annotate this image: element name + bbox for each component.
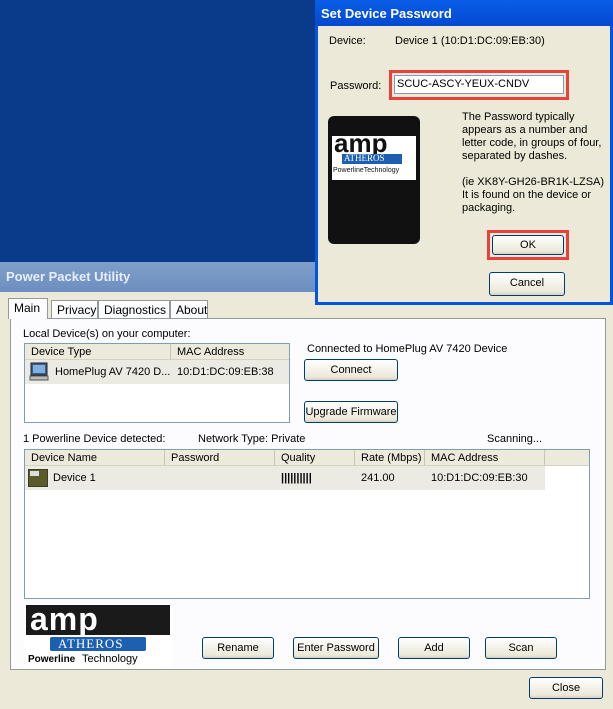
connect-button[interactable]: Connect bbox=[304, 359, 398, 381]
password-example-text: (ie XK8Y-GH26-BR1K-LZSA) It is found on … bbox=[462, 176, 605, 214]
set-device-password-dialog: Set Device Password Device: Device 1 (10… bbox=[315, 0, 613, 305]
local-device-type: HomePlug AV 7420 D... bbox=[55, 366, 171, 378]
local-devices-label: Local Device(s) on your computer: bbox=[23, 328, 191, 340]
local-device-mac: 10:D1:DC:09:EB:38 bbox=[177, 366, 274, 378]
powerline-device-row[interactable]: Device 1 |||||||||| 241.00 10:D1:DC:09:E… bbox=[25, 466, 545, 490]
rename-button[interactable]: Rename bbox=[202, 637, 274, 659]
add-button[interactable]: Add bbox=[398, 637, 470, 659]
close-button[interactable]: Close bbox=[529, 677, 603, 699]
dialog-atheros-logo: amp ATHEROS PowerlineTechnology bbox=[328, 116, 420, 244]
scanning-label: Scanning... bbox=[487, 433, 543, 445]
detected-label: 1 Powerline Device detected: bbox=[23, 433, 166, 445]
logo-brand: amp bbox=[30, 601, 99, 637]
remote-device-name: Device 1 bbox=[53, 472, 96, 484]
dialog-logo-tagline: PowerlineTechnology bbox=[333, 167, 400, 174]
cancel-button[interactable]: Cancel bbox=[489, 272, 565, 296]
local-devices-list[interactable]: Device Type MAC Address HomePlug AV 7420… bbox=[24, 343, 290, 423]
logo-company: ATHEROS bbox=[58, 636, 124, 651]
column-device-name[interactable]: Device Name bbox=[25, 450, 165, 466]
dialog-title-bar[interactable]: Set Device Password bbox=[315, 0, 613, 26]
dialog-logo-company: ATHEROS bbox=[344, 153, 385, 163]
main-window-title: Power Packet Utility bbox=[6, 269, 131, 284]
upgrade-firmware-button[interactable]: Upgrade Firmware bbox=[304, 401, 398, 423]
atheros-logo: amp ATHEROS Powerline Technology bbox=[24, 601, 172, 669]
local-device-row[interactable]: HomePlug AV 7420 D... 10:D1:DC:09:EB:38 bbox=[25, 360, 289, 384]
ok-button[interactable]: OK bbox=[492, 235, 564, 255]
password-input[interactable]: SCUC-ASCY-YEUX-CNDV bbox=[394, 75, 564, 94]
dialog-device-label: Device: bbox=[329, 35, 366, 47]
remote-device-mac: 10:D1:DC:09:EB:30 bbox=[431, 472, 528, 484]
tab-about[interactable]: About bbox=[170, 300, 208, 318]
column-filler bbox=[545, 450, 589, 466]
column-rate[interactable]: Rate (Mbps) bbox=[355, 450, 425, 466]
computer-icon bbox=[29, 362, 49, 382]
column-mac-address[interactable]: MAC Address bbox=[171, 344, 289, 360]
tab-main[interactable]: Main bbox=[8, 298, 48, 319]
quality-bars: |||||||||| bbox=[281, 472, 312, 484]
password-label: Password: bbox=[330, 80, 382, 92]
main-tab-panel: Local Device(s) on your computer: Device… bbox=[10, 318, 606, 670]
column-remote-mac[interactable]: MAC Address bbox=[425, 450, 545, 466]
device-icon bbox=[27, 468, 49, 488]
power-packet-utility-window: Power Packet Utility Main Privacy Diagno… bbox=[0, 262, 613, 709]
enter-password-button[interactable]: Enter Password bbox=[293, 637, 379, 659]
tab-diagnostics[interactable]: Diagnostics bbox=[98, 300, 170, 318]
password-help-text: The Password typically appears as a numb… bbox=[462, 111, 602, 162]
column-password[interactable]: Password bbox=[165, 450, 275, 466]
logo-tagline-bold: Powerline bbox=[28, 654, 76, 665]
network-type-label: Network Type: Private bbox=[198, 433, 306, 445]
tab-privacy[interactable]: Privacy bbox=[51, 300, 98, 318]
powerline-devices-list[interactable]: Device Name Password Quality Rate (Mbps)… bbox=[24, 449, 590, 599]
dialog-title: Set Device Password bbox=[321, 6, 452, 21]
column-device-type[interactable]: Device Type bbox=[25, 344, 171, 360]
remote-device-rate: 241.00 bbox=[361, 472, 395, 484]
scan-button[interactable]: Scan bbox=[485, 637, 557, 659]
dialog-device-value: Device 1 (10:D1:DC:09:EB:30) bbox=[395, 35, 545, 47]
connected-label: Connected to HomePlug AV 7420 Device bbox=[307, 343, 508, 355]
column-quality[interactable]: Quality bbox=[275, 450, 355, 466]
logo-tagline: Technology bbox=[82, 653, 138, 665]
